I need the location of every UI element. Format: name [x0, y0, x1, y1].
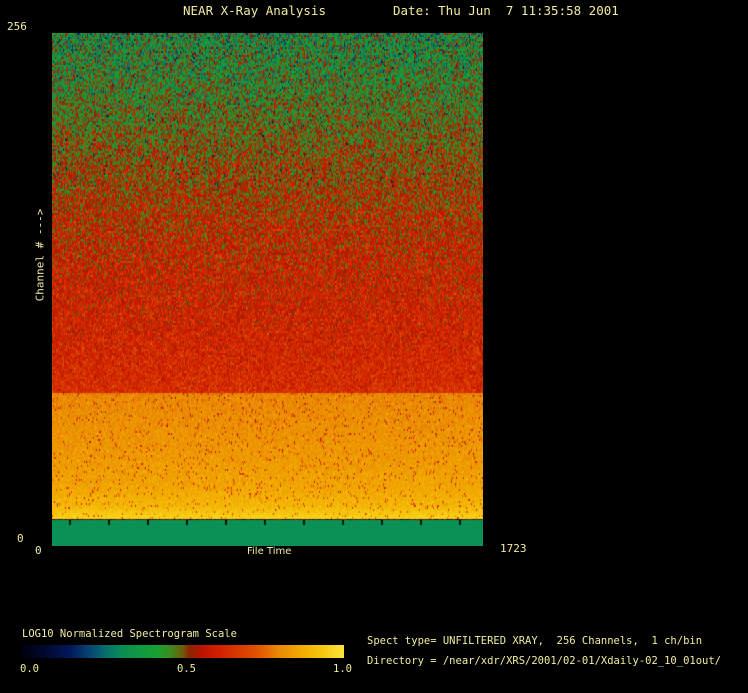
colorbar-tick-mid: 0.5 [177, 663, 196, 675]
colorbar-tick-max: 1.0 [333, 663, 352, 675]
spect-type-label: Spect type= UNFILTERED XRAY, 256 Channel… [367, 635, 703, 647]
page-title: NEAR X-Ray Analysis [183, 3, 326, 18]
x-axis-max-tick: 1723 [500, 542, 527, 555]
date-label: Date: Thu Jun 7 11:35:58 2001 [393, 3, 619, 18]
y-axis-title: Channel # ---> [33, 208, 47, 302]
x-axis-title: File Time [247, 546, 292, 557]
y-axis-min-tick: 0 [17, 532, 24, 545]
x-axis-min-tick: 0 [35, 544, 42, 557]
near-xray-analysis-window: NEAR X-Ray Analysis Date: Thu Jun 7 11:3… [0, 0, 748, 693]
colorbar-tick-min: 0.0 [20, 663, 39, 675]
y-axis-max-tick: 256 [7, 20, 27, 33]
directory-label: Directory = /near/xdr/XRS/2001/02-01/Xda… [367, 655, 722, 667]
colorbar-gradient [22, 645, 344, 658]
spectrogram-canvas [52, 33, 483, 546]
colorbar-title: LOG10 Normalized Spectrogram Scale [22, 628, 237, 640]
